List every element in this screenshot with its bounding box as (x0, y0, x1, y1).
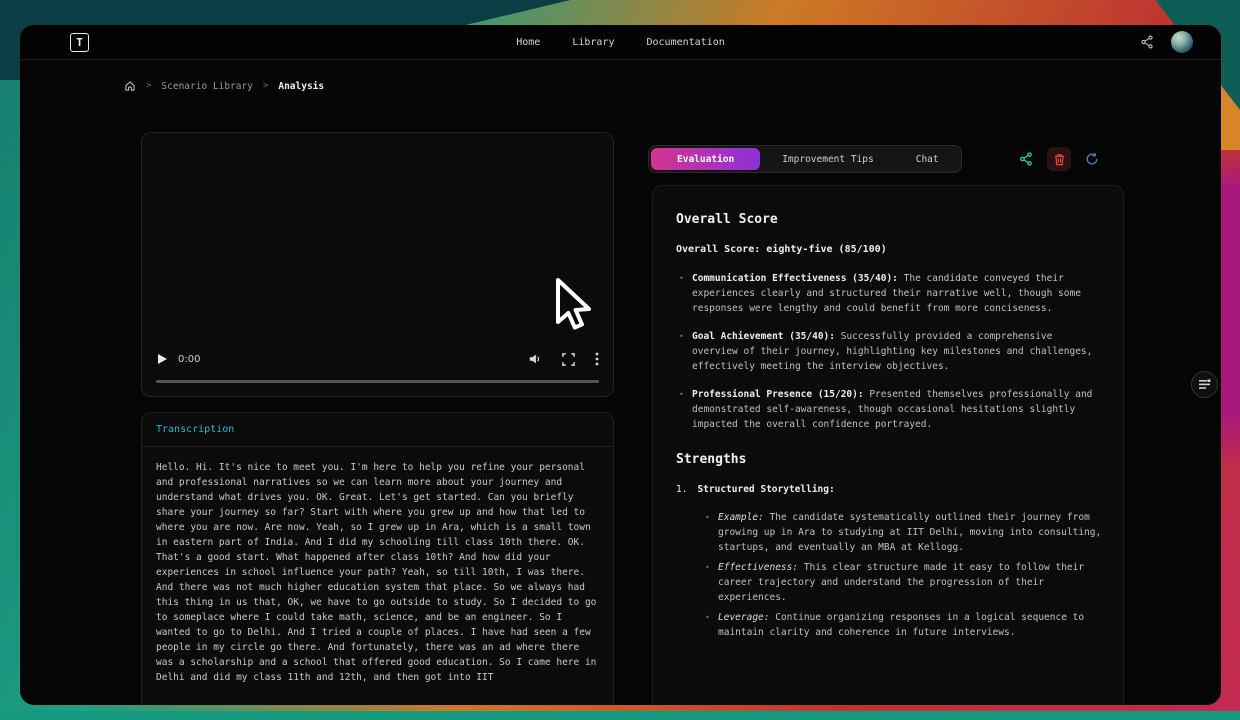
point-label: Example: (718, 512, 764, 523)
avatar[interactable] (1171, 31, 1193, 53)
home-icon[interactable] (124, 80, 136, 92)
strength-number: 1. (676, 482, 687, 497)
video-seekbar[interactable] (156, 380, 599, 383)
video-controls-right (528, 352, 599, 366)
transcription-title: Transcription (142, 413, 613, 447)
breadcrumb-separator: > (263, 81, 268, 91)
nav-library[interactable]: Library (572, 37, 614, 48)
analysis-tabrow: Evaluation Improvement Tips Chat (648, 145, 1104, 173)
share-analysis-icon[interactable] (1014, 147, 1038, 171)
tab-evaluation[interactable]: Evaluation (651, 148, 760, 170)
criterion-label: Communication Effectiveness (35/40): (692, 273, 898, 284)
play-icon[interactable] (156, 353, 168, 365)
delete-icon[interactable] (1047, 147, 1071, 171)
kebab-menu-icon[interactable] (595, 352, 599, 366)
video-controls: 0:00 (142, 346, 613, 372)
breadcrumb-current: Analysis (278, 81, 324, 92)
breadcrumb-separator: > (146, 81, 151, 91)
criterion-label: Goal Achievement (35/40): (692, 331, 835, 342)
point-label: Effectiveness: (718, 562, 798, 573)
strength-item: 1. Structured Storytelling: (676, 482, 1103, 497)
topbar-actions (1139, 31, 1193, 53)
criterion-professional-presence: Professional Presence (15/20): Presented… (676, 387, 1103, 432)
strength-point-leverage: Leverage: Continue organizing responses … (702, 610, 1103, 640)
strengths-heading: Strengths (676, 452, 1103, 468)
fullscreen-icon[interactable] (562, 353, 575, 366)
overall-score-value: Overall Score: eighty-five (85/100) (676, 242, 1103, 257)
strength-title: Structured Storytelling: (697, 482, 834, 497)
main-nav: Home Library Documentation (20, 25, 1221, 60)
topbar: T Home Library Documentation (20, 25, 1221, 60)
video-current-time: 0:00 (178, 354, 200, 365)
share-icon[interactable] (1139, 34, 1155, 50)
transcription-text: Hello. Hi. It's nice to meet you. I'm he… (142, 447, 613, 698)
video-player[interactable]: 0:00 (141, 132, 614, 397)
point-text: Continue organizing responses in a logic… (718, 612, 1084, 638)
evaluation-panel: Overall Score Overall Score: eighty-five… (652, 185, 1124, 705)
overall-score-heading: Overall Score (676, 212, 1103, 228)
panel-toggle-button[interactable] (1191, 371, 1218, 398)
app-window: T Home Library Documentation > Scenario … (20, 25, 1221, 705)
tab-improvement-tips[interactable]: Improvement Tips (762, 148, 894, 170)
app-logo[interactable]: T (70, 33, 89, 52)
volume-icon[interactable] (528, 352, 542, 366)
refresh-icon[interactable] (1080, 147, 1104, 171)
criterion-goal-achievement: Goal Achievement (35/40): Successfully p… (676, 329, 1103, 374)
transcription-card: Transcription Hello. Hi. It's nice to me… (141, 412, 614, 705)
breadcrumb-scenario-library[interactable]: Scenario Library (161, 81, 253, 92)
strength-point-effectiveness: Effectiveness: This clear structure made… (702, 560, 1103, 605)
tab-chat[interactable]: Chat (896, 148, 959, 170)
point-text: The candidate systematically outlined th… (718, 512, 1101, 553)
nav-home[interactable]: Home (516, 37, 540, 48)
nav-documentation[interactable]: Documentation (646, 37, 724, 48)
analysis-tabs: Evaluation Improvement Tips Chat (648, 145, 962, 173)
point-label: Leverage: (718, 612, 769, 623)
strength-points: Example: The candidate systematically ou… (702, 510, 1103, 640)
tab-actions (1014, 147, 1104, 171)
criterion-communication: Communication Effectiveness (35/40): The… (676, 271, 1103, 316)
criterion-label: Professional Presence (15/20): (692, 389, 864, 400)
strength-point-example: Example: The candidate systematically ou… (702, 510, 1103, 555)
breadcrumb: > Scenario Library > Analysis (124, 80, 324, 92)
list-settings-icon (1199, 379, 1211, 388)
background-shape-bottom-strip (0, 711, 1240, 720)
